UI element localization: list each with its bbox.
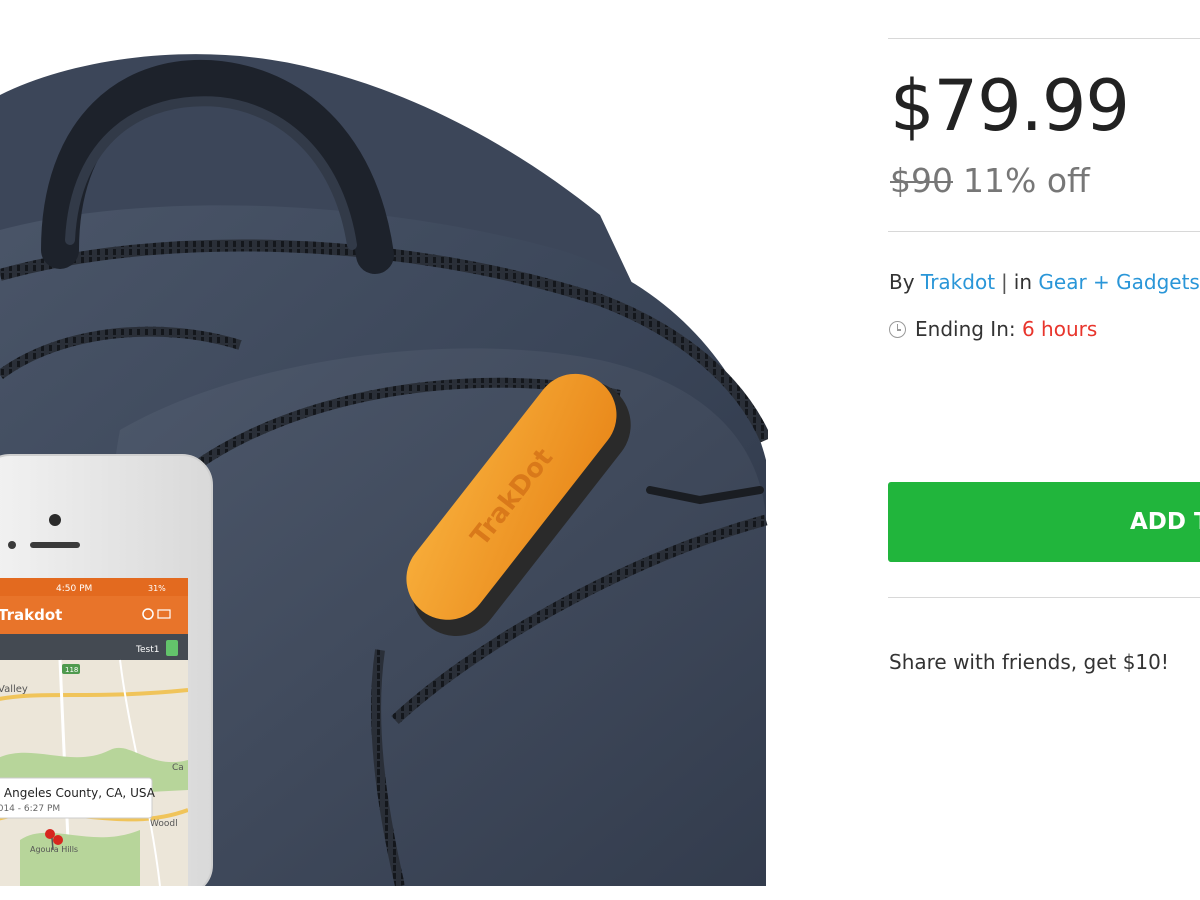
svg-text:118: 118 bbox=[65, 666, 78, 674]
original-price: $90 bbox=[890, 161, 953, 200]
product-page: TrakDot 4:50 PM 31% Trakdot Test1 118 Va… bbox=[0, 0, 1200, 900]
svg-text:4:50 PM: 4:50 PM bbox=[56, 584, 92, 594]
svg-text:Test1: Test1 bbox=[135, 645, 159, 655]
current-price: $79.99 bbox=[890, 65, 1130, 147]
clock-icon bbox=[889, 321, 906, 338]
ending-label: Ending In: bbox=[915, 317, 1016, 341]
add-to-cart-button[interactable]: ADD TO CART bbox=[888, 482, 1200, 562]
product-image: TrakDot 4:50 PM 31% Trakdot Test1 118 Va… bbox=[0, 0, 768, 886]
svg-text:Ca: Ca bbox=[172, 763, 184, 773]
svg-text:31%: 31% bbox=[148, 584, 166, 593]
brand-link[interactable]: Trakdot bbox=[921, 270, 995, 294]
svg-text:Valley: Valley bbox=[0, 684, 28, 695]
svg-text:Trakdot: Trakdot bbox=[0, 606, 62, 624]
svg-text:Woodl: Woodl bbox=[150, 819, 178, 829]
divider-share bbox=[888, 597, 1200, 598]
vendor-row: By Trakdot | in Gear + Gadgets bbox=[889, 268, 1200, 296]
category-link[interactable]: Gear + Gadgets bbox=[1038, 270, 1199, 294]
in-label: in bbox=[1013, 270, 1033, 294]
svg-text:2014 - 6:27 PM: 2014 - 6:27 PM bbox=[0, 804, 60, 814]
svg-text:Los Angeles County, CA, USA: Los Angeles County, CA, USA bbox=[0, 786, 156, 800]
ending-value: 6 hours bbox=[1021, 317, 1098, 341]
price-comparison: $90 11% off bbox=[890, 160, 1090, 202]
meta-divider: | bbox=[1001, 270, 1008, 294]
divider-price bbox=[888, 231, 1200, 232]
phone-image: 4:50 PM 31% Trakdot Test1 118 Valley Ca … bbox=[0, 454, 213, 886]
divider-top bbox=[888, 38, 1200, 39]
product-info-panel: $79.99 $90 11% off By Trakdot | in Gear + G… bbox=[888, 0, 1200, 900]
by-label: By bbox=[889, 270, 915, 294]
share-promo-text: Share with friends, get $10! bbox=[889, 650, 1169, 674]
ending-row: Ending In: 6 hours bbox=[889, 315, 1097, 343]
discount-label: 11% off bbox=[963, 161, 1090, 200]
svg-text:Agoura Hills: Agoura Hills bbox=[30, 845, 78, 854]
